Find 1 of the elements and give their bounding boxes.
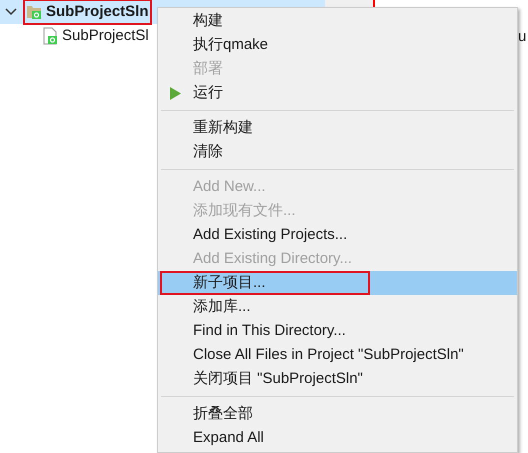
partial-text: u: [518, 27, 526, 47]
